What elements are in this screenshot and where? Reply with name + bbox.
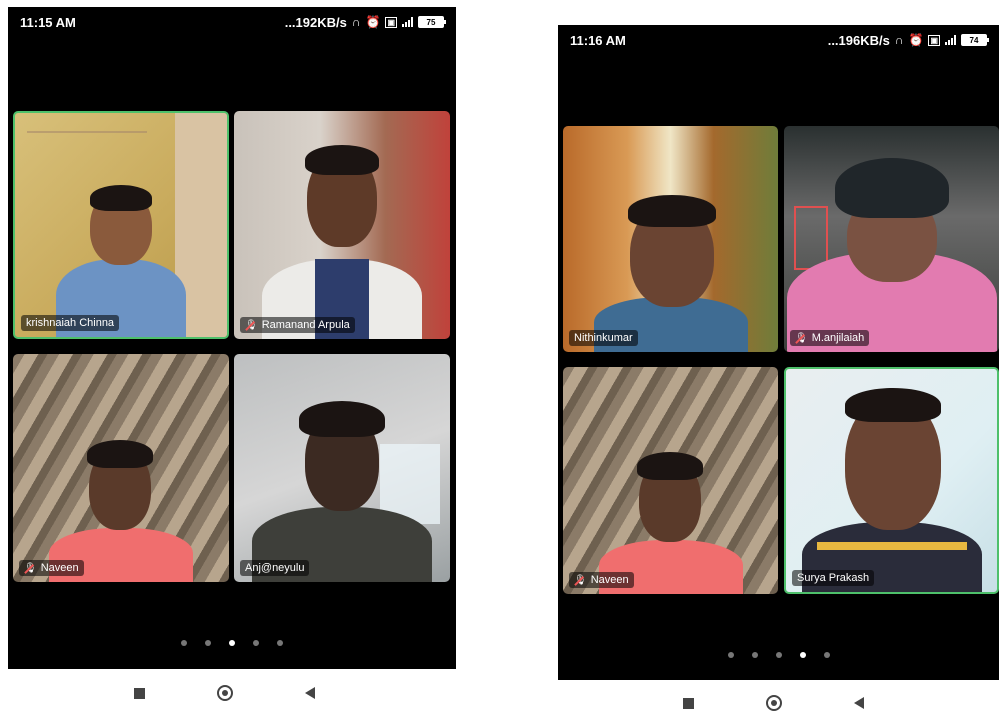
status-time: 11:15 AM: [20, 14, 76, 30]
alarm-icon: ⏰: [365, 15, 381, 29]
network-speed: ...196KB/s: [827, 32, 890, 48]
video-tile[interactable]: 🎙 M.anjilaiah: [784, 126, 999, 352]
circle-icon[interactable]: [217, 685, 233, 701]
battery-icon: 74: [961, 34, 989, 46]
headphones-icon: ∩: [894, 33, 904, 47]
page-indicator[interactable]: [8, 640, 456, 646]
page-dot[interactable]: [253, 640, 259, 646]
headphones-icon: ∩: [351, 15, 361, 29]
page-dot[interactable]: [205, 640, 211, 646]
video-tile[interactable]: Surya Prakash: [784, 367, 999, 594]
signal-icon: [402, 17, 413, 27]
video-tile[interactable]: Nithinkumar: [563, 126, 778, 352]
triangle-back-icon[interactable]: [305, 687, 315, 699]
page-dot[interactable]: [823, 652, 830, 658]
status-bar: 11:16 AM ...196KB/s ∩ ⏰ ▣ 74: [558, 25, 999, 55]
alarm-icon: ⏰: [908, 33, 924, 47]
participant-name: Ramanand Arpula: [261, 319, 350, 331]
mic-off-icon: 🎙: [574, 574, 587, 586]
participant-name: M.anjilaiah: [811, 332, 865, 344]
android-nav-bar: [683, 695, 864, 711]
mic-off-icon: 🎙: [24, 562, 37, 574]
video-tile[interactable]: krishnaiah Chinna: [13, 111, 229, 339]
page-dot[interactable]: [727, 652, 734, 658]
android-nav-bar: [134, 685, 315, 701]
volte-icon: ▣: [928, 34, 940, 46]
video-tile[interactable]: 🎙 Ramanand Arpula: [234, 111, 450, 339]
participant-name: Naveen: [590, 574, 629, 586]
circle-icon[interactable]: [766, 695, 782, 711]
battery-icon: 75: [418, 16, 446, 28]
video-tile[interactable]: 🎙 Naveen: [13, 354, 229, 582]
page-dot[interactable]: [277, 640, 283, 646]
page-indicator[interactable]: [558, 652, 999, 658]
status-time: 11:16 AM: [570, 32, 626, 48]
status-bar: 11:15 AM ...192KB/s ∩ ⏰ ▣ 75: [8, 7, 456, 37]
mic-off-icon: 🎙: [795, 332, 808, 344]
left-phone-screen: 11:15 AM ...192KB/s ∩ ⏰ ▣ 75 krishnaiah …: [8, 7, 456, 669]
triangle-back-icon[interactable]: [854, 697, 864, 709]
participant-name: krishnaiah Chinna: [26, 317, 115, 329]
page-dot-active[interactable]: [229, 640, 235, 646]
participant-name: Naveen: [40, 562, 79, 574]
signal-icon: [945, 35, 956, 45]
page-dot[interactable]: [181, 640, 187, 646]
square-icon[interactable]: [683, 697, 694, 709]
square-icon[interactable]: [134, 687, 145, 699]
page-dot-active[interactable]: [799, 652, 806, 658]
page-dot[interactable]: [751, 652, 758, 658]
page-dot[interactable]: [775, 652, 782, 658]
volte-icon: ▣: [385, 16, 397, 28]
right-phone-screen: 11:16 AM ...196KB/s ∩ ⏰ ▣ 74 Nithinkumar: [558, 25, 999, 680]
video-tile[interactable]: Anj@neyulu: [234, 354, 450, 582]
participant-name: Nithinkumar: [574, 332, 633, 344]
participant-name: Anj@neyulu: [245, 562, 305, 574]
network-speed: ...192KB/s: [284, 14, 347, 30]
video-tile[interactable]: 🎙 Naveen: [563, 367, 778, 594]
mic-off-icon: 🎙: [245, 319, 258, 331]
participant-name: Surya Prakash: [797, 572, 870, 584]
